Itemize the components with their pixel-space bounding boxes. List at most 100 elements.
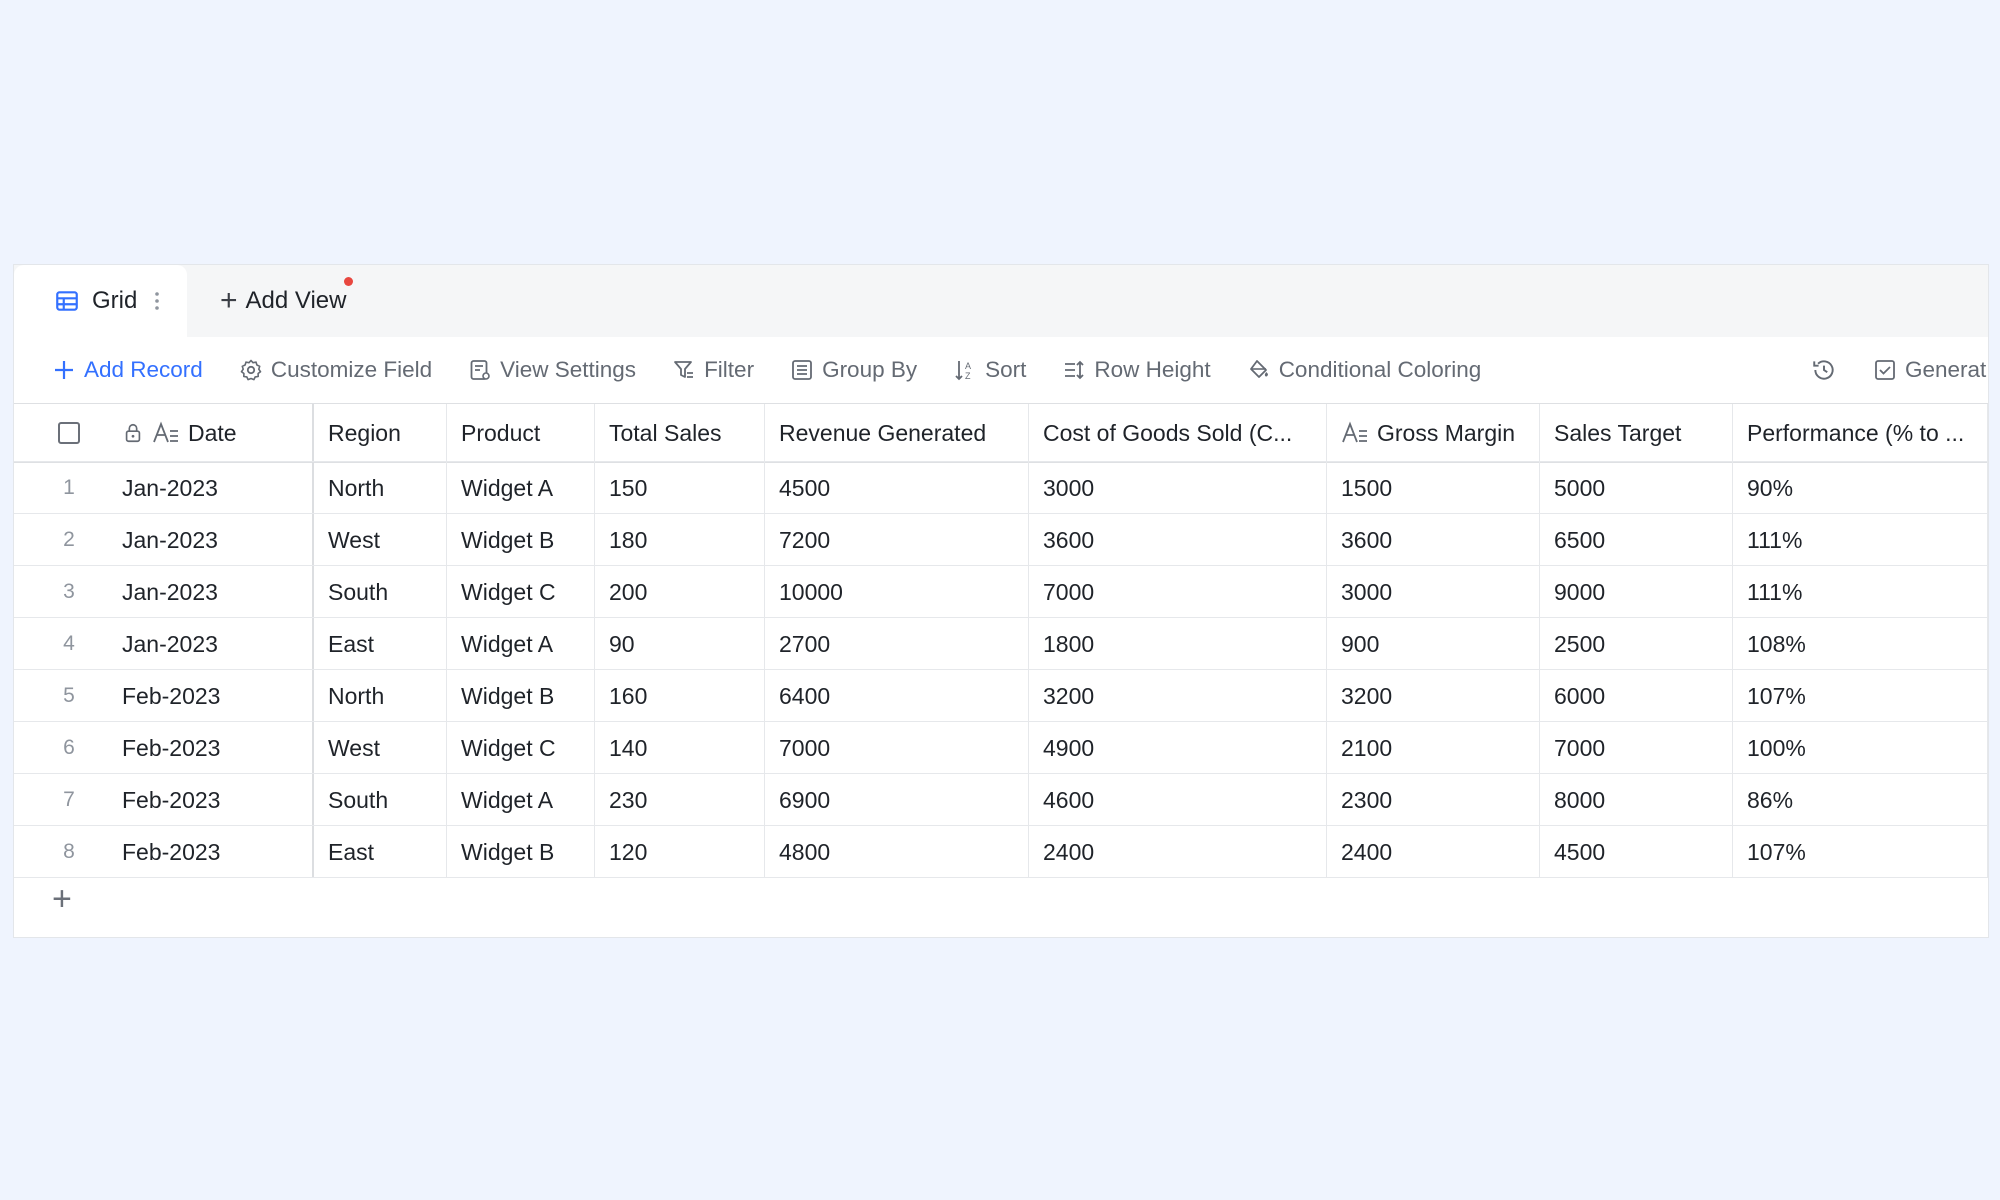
table-row[interactable]: 5 Feb-2023 North Widget B 160 6400 3200 3200 600… (14, 669, 1988, 722)
table-cell[interactable]: 6000 (1540, 670, 1733, 722)
table-cell[interactable]: 9000 (1540, 566, 1733, 618)
more-vertical-icon[interactable] (153, 289, 161, 313)
group-by-button[interactable]: Group By (790, 357, 917, 383)
column-header-performance[interactable]: Performance (% to ... (1733, 404, 1988, 462)
table-cell[interactable]: 6900 (765, 774, 1029, 826)
table-cell[interactable]: 2100 (1327, 722, 1540, 774)
table-row[interactable]: 1 Jan-2023 North Widget A 150 4500 3000 1500 500… (14, 461, 1988, 514)
table-cell[interactable]: 4500 (1540, 826, 1733, 878)
table-cell[interactable]: North (314, 462, 447, 514)
column-header-gross-margin[interactable]: Gross Margin (1327, 404, 1540, 462)
table-cell[interactable]: 2700 (765, 618, 1029, 670)
table-cell[interactable]: 4900 (1029, 722, 1327, 774)
customize-field-button[interactable]: Customize Field (239, 357, 432, 383)
table-cell[interactable]: 200 (595, 566, 765, 618)
cell-date[interactable]: 2 Jan-2023 (14, 514, 314, 566)
table-cell[interactable]: 108% (1733, 618, 1988, 670)
add-row-plus-icon[interactable]: + (52, 880, 72, 919)
table-cell[interactable]: South (314, 566, 447, 618)
table-cell[interactable]: 7000 (1029, 566, 1327, 618)
table-cell[interactable]: Widget A (447, 462, 595, 514)
table-cell[interactable]: 7000 (765, 722, 1029, 774)
cell-date[interactable]: 3 Jan-2023 (14, 566, 314, 618)
tab-grid[interactable]: Grid (14, 265, 187, 337)
row-height-button[interactable]: Row Height (1062, 357, 1211, 383)
table-cell[interactable]: 2500 (1540, 618, 1733, 670)
table-cell[interactable]: 107% (1733, 826, 1988, 878)
table-cell[interactable]: 2400 (1327, 826, 1540, 878)
table-cell[interactable]: Widget B (447, 514, 595, 566)
table-cell[interactable]: 2400 (1029, 826, 1327, 878)
table-cell[interactable]: 10000 (765, 566, 1029, 618)
table-cell[interactable]: 8000 (1540, 774, 1733, 826)
column-header-revenue-generated[interactable]: Revenue Generated (765, 404, 1029, 462)
table-cell[interactable]: Widget C (447, 566, 595, 618)
table-cell[interactable]: 107% (1733, 670, 1988, 722)
select-all-checkbox[interactable] (58, 422, 80, 444)
filter-button[interactable]: Filter (672, 357, 754, 383)
column-header-cost-of-goods-sold[interactable]: Cost of Goods Sold (C... (1029, 404, 1327, 462)
column-header-date[interactable]: Date (14, 404, 314, 462)
table-cell[interactable]: North (314, 670, 447, 722)
table-cell[interactable]: West (314, 514, 447, 566)
table-cell[interactable]: Widget C (447, 722, 595, 774)
table-cell[interactable]: Widget B (447, 670, 595, 722)
add-record-button[interactable]: Add Record (52, 357, 203, 383)
column-header-sales-target[interactable]: Sales Target (1540, 404, 1733, 462)
table-cell[interactable]: 4600 (1029, 774, 1327, 826)
table-cell[interactable]: West (314, 722, 447, 774)
table-cell[interactable]: 1500 (1327, 462, 1540, 514)
column-header-region[interactable]: Region (314, 404, 447, 462)
table-cell[interactable]: 111% (1733, 514, 1988, 566)
table-row[interactable]: 8 Feb-2023 East Widget B 120 4800 2400 2400 4500… (14, 825, 1988, 878)
table-cell[interactable]: 3600 (1029, 514, 1327, 566)
table-cell[interactable]: 160 (595, 670, 765, 722)
column-header-product[interactable]: Product (447, 404, 595, 462)
table-cell[interactable]: 4800 (765, 826, 1029, 878)
table-cell[interactable]: 150 (595, 462, 765, 514)
table-cell[interactable]: 7200 (765, 514, 1029, 566)
table-cell[interactable]: 3600 (1327, 514, 1540, 566)
add-view-button[interactable]: + Add View (220, 265, 353, 337)
table-cell[interactable]: 7000 (1540, 722, 1733, 774)
table-cell[interactable]: 90 (595, 618, 765, 670)
table-cell[interactable]: 3200 (1029, 670, 1327, 722)
conditional-coloring-button[interactable]: Conditional Coloring (1247, 357, 1481, 383)
history-icon[interactable] (1811, 357, 1837, 383)
sort-button[interactable]: AZ Sort (953, 357, 1026, 383)
cell-date[interactable]: 1 Jan-2023 (14, 462, 314, 514)
table-cell[interactable]: 120 (595, 826, 765, 878)
table-row[interactable]: 7 Feb-2023 South Widget A 230 6900 4600 2300 800… (14, 773, 1988, 826)
table-cell[interactable]: 3000 (1327, 566, 1540, 618)
table-cell[interactable]: East (314, 618, 447, 670)
generate-button[interactable]: Generat (1873, 357, 1986, 383)
view-settings-button[interactable]: View Settings (468, 357, 636, 383)
cell-date[interactable]: 6 Feb-2023 (14, 722, 314, 774)
table-cell[interactable]: Widget A (447, 618, 595, 670)
cell-date[interactable]: 8 Feb-2023 (14, 826, 314, 878)
table-cell[interactable]: 180 (595, 514, 765, 566)
table-cell[interactable]: 1800 (1029, 618, 1327, 670)
table-row[interactable]: 2 Jan-2023 West Widget B 180 7200 3600 3600 6500… (14, 513, 1988, 566)
table-cell[interactable]: East (314, 826, 447, 878)
table-cell[interactable]: 900 (1327, 618, 1540, 670)
table-row[interactable]: 6 Feb-2023 West Widget C 140 7000 4900 2100 7000… (14, 721, 1988, 774)
cell-date[interactable]: 4 Jan-2023 (14, 618, 314, 670)
table-cell[interactable]: 230 (595, 774, 765, 826)
column-header-total-sales[interactable]: Total Sales (595, 404, 765, 462)
table-row[interactable]: 4 Jan-2023 East Widget A 90 2700 1800 900 2500 10… (14, 617, 1988, 670)
table-cell[interactable]: 90% (1733, 462, 1988, 514)
table-cell[interactable]: 100% (1733, 722, 1988, 774)
table-cell[interactable]: 86% (1733, 774, 1988, 826)
cell-date[interactable]: 7 Feb-2023 (14, 774, 314, 826)
table-cell[interactable]: Widget B (447, 826, 595, 878)
table-cell[interactable]: 3000 (1029, 462, 1327, 514)
table-cell[interactable]: 4500 (765, 462, 1029, 514)
cell-date[interactable]: 5 Feb-2023 (14, 670, 314, 722)
table-cell[interactable]: 111% (1733, 566, 1988, 618)
table-cell[interactable]: 5000 (1540, 462, 1733, 514)
table-cell[interactable]: South (314, 774, 447, 826)
table-row[interactable]: 3 Jan-2023 South Widget C 200 10000 7000 3000 90… (14, 565, 1988, 618)
table-cell[interactable]: 140 (595, 722, 765, 774)
table-cell[interactable]: 6500 (1540, 514, 1733, 566)
